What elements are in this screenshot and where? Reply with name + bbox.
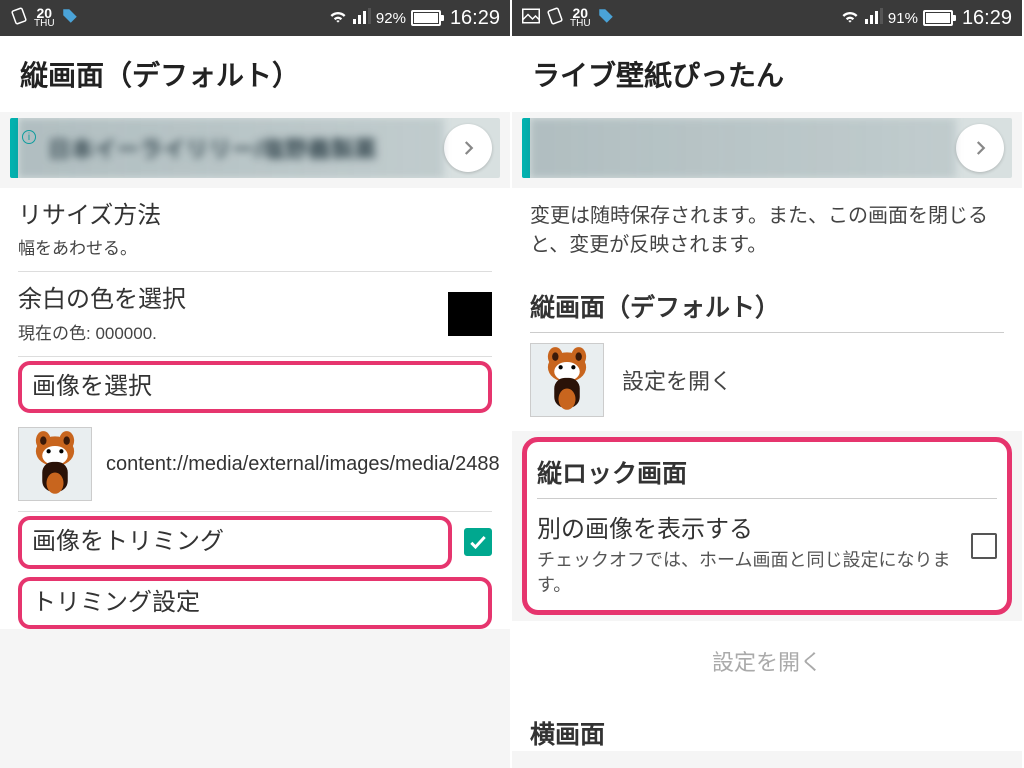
ad-arrow-icon <box>956 124 1004 172</box>
status-right: 92% 16:29 <box>328 7 500 30</box>
item-margin-color[interactable]: 余白の色を選択 現在の色: 000000. <box>18 272 492 356</box>
tag-icon <box>597 7 615 29</box>
phone-right: 20 THU 91% 16:29 ライブ壁紙ぴったん <box>512 0 1024 768</box>
page-title: 縦画面（デフォルト） <box>0 36 510 112</box>
ad-content <box>530 118 956 178</box>
battery-percent: 92% <box>376 10 406 27</box>
lock-sub: チェックオフでは、ホーム画面と同じ設定になります。 <box>537 548 959 598</box>
portrait-section: 縦画面（デフォルト） 設定を開く <box>512 278 1022 431</box>
signal-icon <box>865 8 883 28</box>
crop-checkbox[interactable] <box>464 528 492 556</box>
open-settings-row[interactable]: 設定を開く <box>530 333 1004 431</box>
lock-row[interactable]: 別の画像を表示する チェックオフでは、ホーム画面と同じ設定になります。 <box>537 499 997 598</box>
ad-banner[interactable]: i 日本イーライリリー/塩野義製薬 <box>10 118 500 178</box>
selected-image-row[interactable]: content://media/external/images/media/24… <box>18 417 492 512</box>
ad-arrow-icon <box>444 124 492 172</box>
ad-banner[interactable] <box>522 118 1012 178</box>
image-thumbnail <box>18 427 92 501</box>
status-bar: 20 THU 91% 16:29 <box>512 0 1022 36</box>
landscape-header: 横画面 <box>512 701 1022 751</box>
select-image-button[interactable]: 画像を選択 <box>32 371 478 403</box>
item-resize[interactable]: リサイズ方法 幅をあわせる。 <box>18 188 492 272</box>
battery-icon <box>923 10 953 26</box>
crop-image-button[interactable]: 画像をトリミング <box>32 526 438 558</box>
disabled-open-settings: 設定を開く <box>512 621 1022 701</box>
ad-accent <box>522 118 530 178</box>
wifi-icon <box>328 8 348 28</box>
lock-title: 別の画像を表示する <box>537 509 959 544</box>
signal-icon <box>353 8 371 28</box>
settings-list: リサイズ方法 幅をあわせる。 余白の色を選択 現在の色: 000000. 画像を… <box>0 188 510 629</box>
portrait-header: 縦画面（デフォルト） <box>530 278 1004 333</box>
crop-settings-button[interactable]: トリミング設定 <box>32 587 478 619</box>
status-left: 20 THU <box>522 7 615 29</box>
phone-left: 20 THU 92% 16:29 縦画面（デフォルト） i 日本イーライリリー/… <box>0 0 512 768</box>
tag-icon <box>61 7 79 29</box>
status-time: 16:29 <box>450 7 500 30</box>
status-bar: 20 THU 92% 16:29 <box>0 0 510 36</box>
lock-checkbox[interactable] <box>971 533 997 559</box>
highlight-lock-screen: 縦ロック画面 別の画像を表示する チェックオフでは、ホーム画面と同じ設定になりま… <box>522 437 1012 615</box>
image-thumbnail <box>530 343 604 417</box>
lock-header: 縦ロック画面 <box>537 450 997 499</box>
date-day: THU <box>34 18 55 29</box>
resize-title: リサイズ方法 <box>18 200 492 232</box>
ad-accent <box>10 118 18 178</box>
page-title: ライブ壁紙ぴったん <box>512 36 1022 112</box>
ad-content: 日本イーライリリー/塩野義製薬 <box>18 118 444 178</box>
status-right: 91% 16:29 <box>840 7 1012 30</box>
highlight-crop-image: 画像をトリミング <box>18 516 452 568</box>
ad-text <box>560 132 744 164</box>
margin-sub: 現在の色: 000000. <box>18 319 186 344</box>
margin-title: 余白の色を選択 <box>18 284 186 316</box>
image-icon <box>522 8 540 28</box>
status-left: 20 THU <box>10 7 79 29</box>
open-settings-label: 設定を開く <box>622 364 732 396</box>
battery-icon <box>411 10 441 26</box>
rotate-icon <box>546 7 564 29</box>
image-uri: content://media/external/images/media/24… <box>106 451 500 477</box>
battery-percent: 91% <box>888 10 918 27</box>
status-date: 20 THU <box>570 7 591 29</box>
resize-sub: 幅をあわせる。 <box>18 234 492 259</box>
status-time: 16:29 <box>962 7 1012 30</box>
status-date: 20 THU <box>34 7 55 29</box>
highlight-crop-settings: トリミング設定 <box>18 577 492 629</box>
highlight-select-image: 画像を選択 <box>18 361 492 413</box>
date-day: THU <box>570 18 591 29</box>
wifi-icon <box>840 8 860 28</box>
color-swatch <box>448 292 492 336</box>
help-text: 変更は随時保存されます。また、この画面を閉じると、変更が反映されます。 <box>512 188 1022 278</box>
rotate-icon <box>10 7 28 29</box>
ad-text: 日本イーライリリー/塩野義製薬 <box>48 132 377 164</box>
